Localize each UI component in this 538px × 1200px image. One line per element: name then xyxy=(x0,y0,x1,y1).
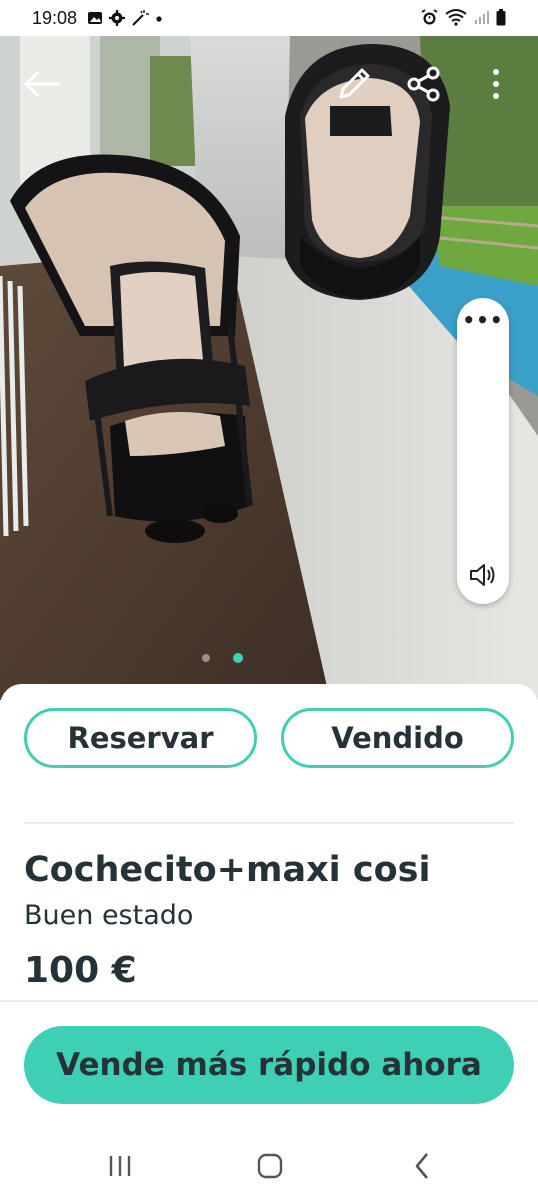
more-button[interactable] xyxy=(478,62,514,106)
status-bar: 19:08 xyxy=(0,0,538,36)
home-button[interactable] xyxy=(240,1146,300,1186)
recents-icon xyxy=(109,1156,131,1176)
recents-button[interactable] xyxy=(90,1146,150,1186)
listing-title: Cochecito+maxi cosi xyxy=(24,850,431,890)
settings-icon xyxy=(109,10,126,26)
listing-price: 100 € xyxy=(24,950,137,991)
edit-pencil-icon xyxy=(339,68,370,99)
speaker-icon[interactable] xyxy=(469,562,499,592)
more-vert-icon xyxy=(493,69,499,99)
listing-condition: Buen estado xyxy=(24,900,194,931)
wifi-icon xyxy=(445,9,467,26)
volume-panel[interactable]: ••• xyxy=(457,298,509,604)
back-icon xyxy=(415,1153,428,1179)
dot-icon xyxy=(156,16,162,22)
carousel-dot-2 xyxy=(233,653,243,663)
back-arrow-icon xyxy=(23,70,60,98)
status-time: 19:08 xyxy=(32,7,78,28)
volume-more-button[interactable]: ••• xyxy=(457,308,509,332)
edit-button[interactable] xyxy=(330,62,378,106)
nav-back-button[interactable] xyxy=(392,1146,452,1186)
battery-icon xyxy=(496,8,506,25)
divider xyxy=(24,822,514,824)
magic-wand-icon xyxy=(132,10,150,26)
share-icon xyxy=(407,66,440,102)
sold-button[interactable]: Vendido xyxy=(281,708,514,768)
carousel-dot-1 xyxy=(202,654,210,662)
system-nav-bar xyxy=(0,1130,538,1200)
alarm-icon xyxy=(421,8,438,24)
gallery-icon xyxy=(88,12,103,24)
divider xyxy=(0,1000,538,1002)
back-button[interactable] xyxy=(18,64,66,104)
home-icon xyxy=(257,1153,283,1179)
sell-faster-button[interactable]: Vende más rápido ahora xyxy=(24,1026,514,1104)
listing-details: Reservar Vendido Cochecito+maxi cosi Bue… xyxy=(0,684,538,1200)
reserve-button[interactable]: Reservar xyxy=(24,708,257,768)
share-button[interactable] xyxy=(400,62,448,106)
signal-icon xyxy=(475,11,489,24)
